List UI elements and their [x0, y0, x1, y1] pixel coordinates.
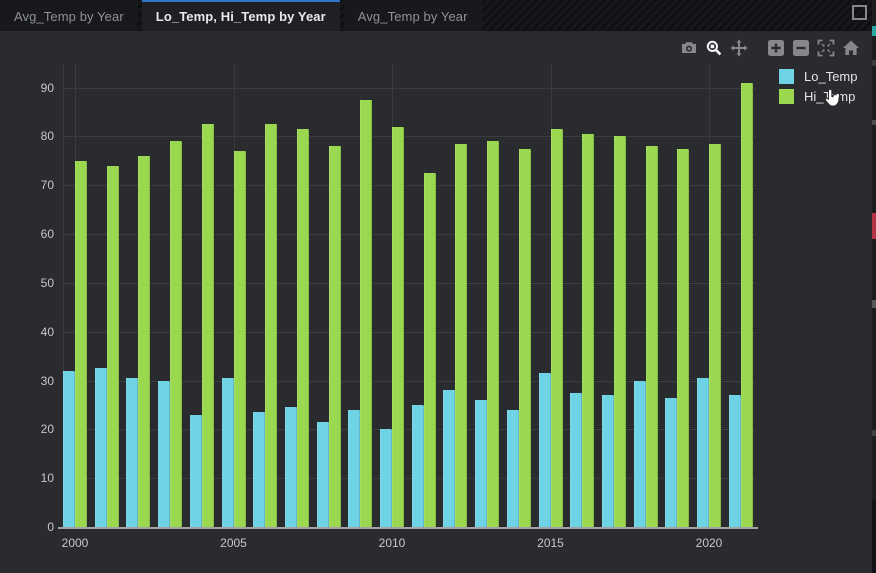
tab-avg-temp-2[interactable]: Avg_Temp by Year [344, 0, 482, 31]
bar-hi_temp-2016[interactable] [582, 134, 594, 527]
bar-hi_temp-2001[interactable] [107, 166, 119, 527]
bar-hi_temp-2009[interactable] [360, 100, 372, 527]
bar-hi_temp-2015[interactable] [551, 129, 563, 527]
legend-item-lo_temp[interactable]: Lo_Temp [779, 66, 857, 86]
legend-swatch-lo_temp [779, 69, 794, 84]
home-icon[interactable] [841, 38, 860, 57]
bar-lo_temp-2012[interactable] [443, 390, 455, 527]
bar-lo_temp-2001[interactable] [95, 368, 107, 527]
bar-hi_temp-2017[interactable] [614, 136, 626, 527]
bar-hi_temp-2013[interactable] [487, 141, 499, 527]
legend-item-hi_temp[interactable]: Hi_Temp [779, 86, 857, 106]
legend-label: Lo_Temp [804, 69, 857, 84]
bar-lo_temp-2016[interactable] [570, 393, 582, 527]
tab-avg-temp-1[interactable]: Avg_Temp by Year [0, 0, 138, 31]
bar-hi_temp-2020[interactable] [709, 144, 721, 527]
bar-lo_temp-2010[interactable] [380, 429, 392, 527]
bar-lo_temp-2017[interactable] [602, 395, 614, 527]
x-axis-line [58, 527, 758, 529]
bar-hi_temp-2019[interactable] [677, 149, 689, 527]
bar-lo_temp-2003[interactable] [158, 381, 170, 527]
bar-hi_temp-2010[interactable] [392, 127, 404, 527]
y-axis-tick-label: 0 [18, 520, 54, 534]
y-axis-tick-label: 40 [18, 325, 54, 339]
bar-lo_temp-2006[interactable] [253, 412, 265, 527]
bar-hi_temp-2003[interactable] [170, 141, 182, 527]
x-axis-tick-label: 2015 [529, 536, 573, 550]
zoom-in-icon[interactable] [766, 38, 785, 57]
y-axis-tick-label: 10 [18, 471, 54, 485]
x-axis-tick-label: 2010 [370, 536, 414, 550]
screen-edge-artifact [872, 0, 876, 573]
bar-lo_temp-2015[interactable] [539, 373, 551, 527]
y-axis-tick-label: 70 [18, 178, 54, 192]
bar-hi_temp-2002[interactable] [138, 156, 150, 527]
window-restore-icon[interactable] [852, 5, 867, 20]
bar-hi_temp-2005[interactable] [234, 151, 246, 527]
bar-hi_temp-2018[interactable] [646, 146, 658, 527]
bar-chart-plot-area[interactable]: 0 10 20 30 40 50 60 70 80 90 2000 2005 2010 2015 2020 [0, 31, 872, 573]
y-axis-tick-label: 20 [18, 422, 54, 436]
legend-swatch-hi_temp [779, 89, 794, 104]
bar-lo_temp-2014[interactable] [507, 410, 519, 527]
bar-lo_temp-2021[interactable] [729, 395, 741, 527]
bar-lo_temp-2005[interactable] [222, 378, 234, 527]
x-axis-tick-label: 2000 [53, 536, 97, 550]
bar-hi_temp-2006[interactable] [265, 124, 277, 527]
y-axis-tick-label: 50 [18, 276, 54, 290]
autoscale-icon[interactable] [816, 38, 835, 57]
bar-lo_temp-2008[interactable] [317, 422, 329, 527]
y-axis-tick-label: 80 [18, 129, 54, 143]
x-axis-tick-label: 2020 [687, 536, 731, 550]
bar-lo_temp-2000[interactable] [63, 371, 75, 527]
bar-lo_temp-2002[interactable] [126, 378, 138, 527]
bar-lo_temp-2007[interactable] [285, 407, 297, 527]
chart-legend: Lo_Temp Hi_Temp [779, 66, 857, 106]
bar-lo_temp-2004[interactable] [190, 415, 202, 527]
y-axis-tick-label: 30 [18, 374, 54, 388]
y-axis-tick-label: 60 [18, 227, 54, 241]
app-window: Avg_Temp by Year Lo_Temp, Hi_Temp by Yea… [0, 0, 876, 573]
chart-toolbar [673, 38, 860, 57]
bar-lo_temp-2011[interactable] [412, 405, 424, 527]
bar-hi_temp-2008[interactable] [329, 146, 341, 527]
bar-hi_temp-2021[interactable] [741, 83, 753, 527]
tab-bar: Avg_Temp by Year Lo_Temp, Hi_Temp by Yea… [0, 0, 876, 31]
y-axis-tick-label: 90 [18, 81, 54, 95]
pan-tool-icon[interactable] [729, 38, 748, 57]
camera-icon[interactable] [679, 38, 698, 57]
bar-hi_temp-2000[interactable] [75, 161, 87, 527]
zoom-out-icon[interactable] [791, 38, 810, 57]
bar-hi_temp-2011[interactable] [424, 173, 436, 527]
bar-hi_temp-2014[interactable] [519, 149, 531, 527]
gridline-horizontal [63, 88, 756, 89]
x-axis-tick-label: 2005 [212, 536, 256, 550]
bar-hi_temp-2007[interactable] [297, 129, 309, 527]
bar-lo_temp-2019[interactable] [665, 398, 677, 527]
bar-lo_temp-2018[interactable] [634, 381, 646, 527]
legend-label: Hi_Temp [804, 89, 855, 104]
bar-hi_temp-2012[interactable] [455, 144, 467, 527]
bar-lo_temp-2009[interactable] [348, 410, 360, 527]
bar-lo_temp-2020[interactable] [697, 378, 709, 527]
bar-hi_temp-2004[interactable] [202, 124, 214, 527]
zoom-tool-icon[interactable] [704, 38, 723, 57]
gridline-horizontal [63, 136, 756, 137]
bar-lo_temp-2013[interactable] [475, 400, 487, 527]
tab-lo-hi-temp[interactable]: Lo_Temp, Hi_Temp by Year [142, 0, 340, 31]
